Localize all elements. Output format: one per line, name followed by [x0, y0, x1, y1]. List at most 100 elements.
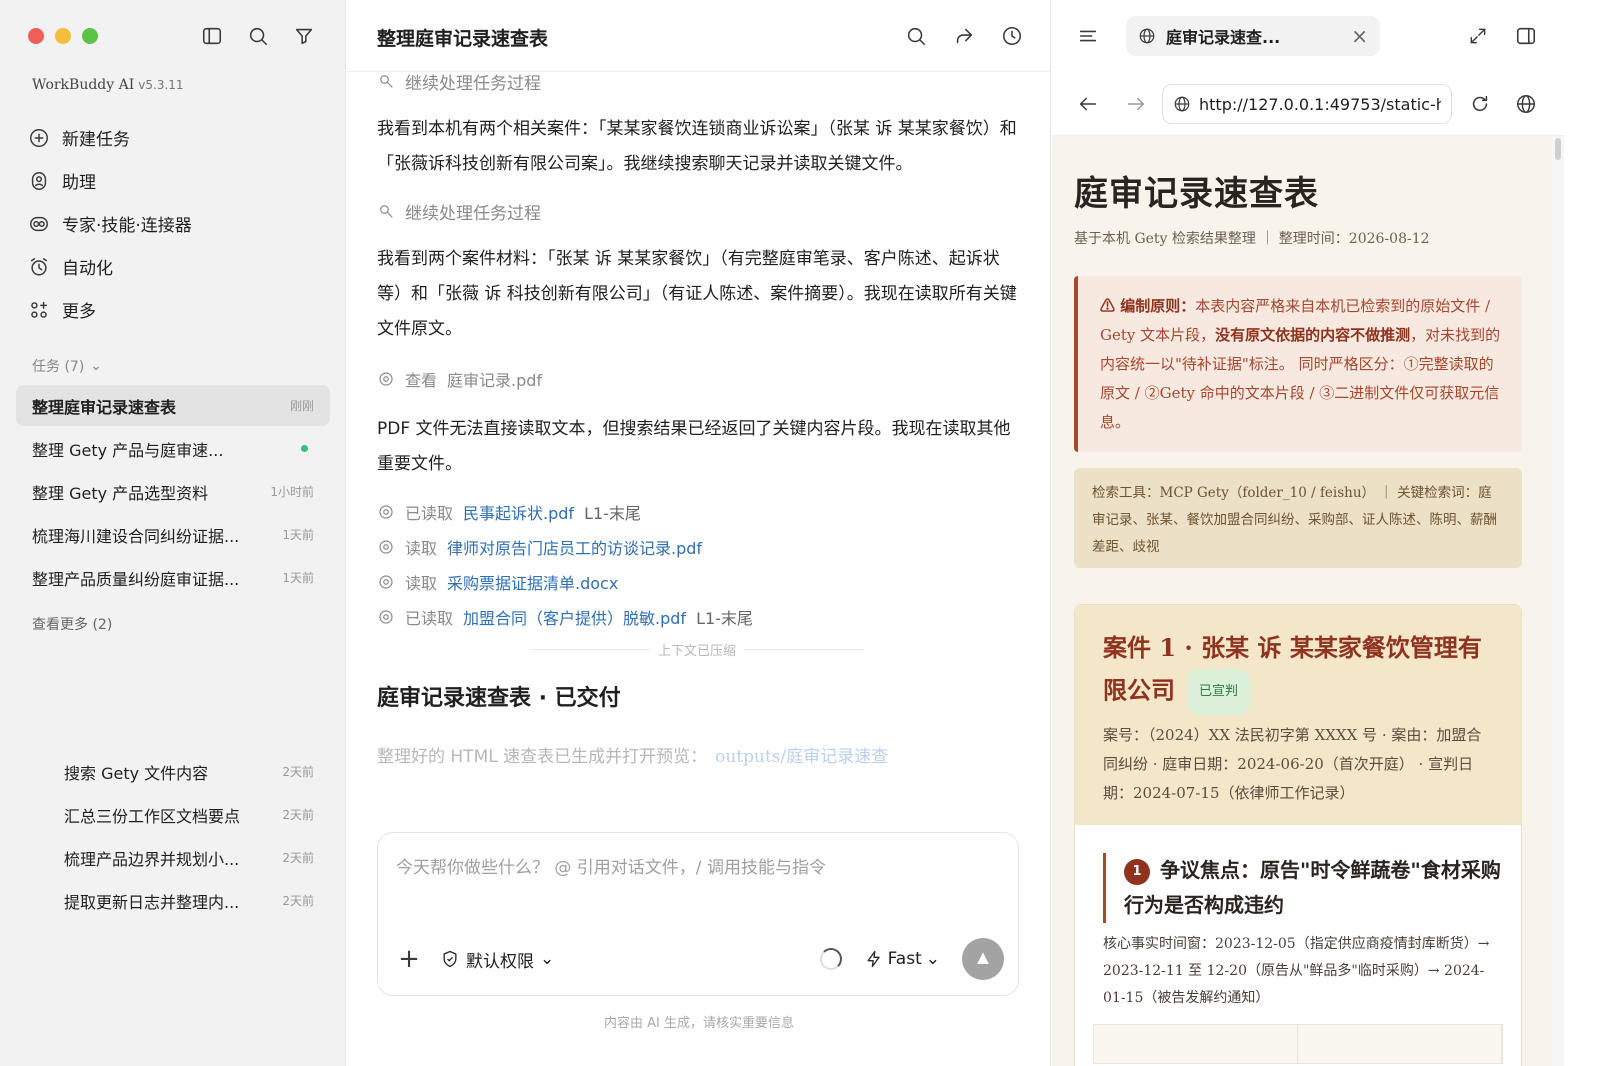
nav-more[interactable]: 更多 [28, 288, 328, 331]
history-title: 梳理产品边界并规划小... [64, 849, 240, 869]
app-name: WorkBuddy AI [32, 77, 135, 93]
file-link[interactable]: 民事起诉状.pdf [463, 500, 574, 524]
message-composer[interactable]: 今天帮你做些什么？ @ 引用对话文件，/ 调用技能与指令 + 默认权限 ⌄ Fa… [377, 832, 1019, 996]
eye-icon [379, 609, 393, 624]
process-step[interactable]: 继续处理任务过程 [377, 72, 1017, 96]
task-time: 刚刚 [289, 399, 314, 413]
chat-header: 整理庭审记录速查表 [347, 0, 1050, 72]
browser-tab[interactable]: 庭审记录速查... × [1126, 16, 1380, 56]
nav-label: 专家·技能·连接器 [62, 216, 192, 236]
file-read-step[interactable]: 读取 采购票据证据清单.docx [377, 564, 1017, 599]
line-range: L1-末尾 [584, 503, 641, 523]
divider-label: 上下文已压缩 [657, 643, 736, 659]
issue-body: 核心事实时间窗：2023-12-05（指定供应商疫情封库断货）→ 2023-12… [1103, 936, 1490, 1006]
assistant-icon [31, 171, 47, 190]
doc-title: 庭审记录速查表 [1074, 174, 1319, 214]
reload-icon[interactable] [1468, 92, 1492, 116]
file-link[interactable]: 加盟合同（客户提供）脱敏.pdf [463, 605, 686, 629]
task-item[interactable]: 梳理海川建设合同纠纷证据... 1天前 [16, 514, 330, 555]
chat-messages: 继续处理任务过程 我看到本机有两个相关案件：「某某家餐饮连锁商业诉讼案」（张某 … [377, 72, 1017, 832]
history-time: 2天前 [282, 808, 314, 822]
task-item[interactable]: 整理产品质量纠纷庭审证据... 1天前 [16, 557, 330, 598]
tool-icon [380, 205, 393, 218]
nav-label: 新建任务 [62, 130, 130, 150]
nav-experts[interactable]: 专家·技能·连接器 [28, 202, 328, 245]
sidebar-toolbar [200, 24, 316, 48]
file-link[interactable]: 采购票据证据清单.docx [447, 570, 618, 594]
split-view-icon[interactable] [1514, 24, 1538, 48]
history-item[interactable]: 提取更新日志并整理内... 2天前 [48, 879, 330, 922]
eye-icon [379, 539, 393, 554]
task-time: 1天前 [282, 571, 314, 585]
scrollbar[interactable] [1552, 136, 1564, 1066]
eye-icon [379, 574, 393, 589]
url-bar[interactable]: http://127.0.0.1:49753/static-h [1162, 84, 1452, 124]
permission-label: 默认权限 [466, 951, 534, 972]
expand-icon[interactable] [1466, 24, 1490, 48]
close-tab-icon[interactable]: × [1351, 24, 1368, 48]
case-card: 案件 1 · 张某 诉 某某家餐饮管理有限公司 已宣判 案号：（2024）XX 法… [1074, 604, 1522, 1066]
app-version: v5.3.11 [138, 78, 184, 92]
permission-dropdown[interactable]: 默认权限 ⌄ [440, 947, 554, 972]
toggle-sidebar-icon[interactable] [200, 24, 224, 48]
tasks-section-toggle[interactable]: 任务 (7) ⌄ [32, 356, 102, 376]
chevron-down-icon: ⌄ [925, 949, 940, 969]
history-item[interactable]: 汇总三份工作区文档要点 2天前 [48, 793, 330, 836]
file-read-step[interactable]: 已读取 加盟合同（客户提供）脱敏.pdf L1-末尾 [377, 599, 1017, 634]
assistant-message: PDF 文件无法直接读取文本，但搜索结果已经返回了关键内容片段。我现在读取其他重… [377, 419, 1011, 474]
sidebar-nav: 新建任务 助理 专家·技能·连接器 自动化 更多 [28, 116, 328, 331]
case-header: 案件 1 · 张某 诉 某某家餐饮管理有限公司 已宣判 案号：（2024）XX 法… [1075, 605, 1521, 825]
send-button[interactable] [962, 938, 1004, 980]
globe-icon[interactable] [1514, 92, 1538, 116]
sidebar: WorkBuddy AI v5.3.11 新建任务 助理 专家·技能·连接器 自动… [0, 0, 346, 1066]
task-item[interactable]: 整理 Gety 产品选型资料 1小时前 [16, 471, 330, 512]
mode-dropdown[interactable]: Fast ⌄ [864, 949, 940, 969]
table-cell [1298, 1025, 1502, 1063]
minimize-window-button[interactable] [55, 28, 71, 44]
issue-number-badge: 1 [1124, 858, 1150, 885]
process-step[interactable]: 继续处理任务过程 [377, 196, 1017, 226]
close-window-button[interactable] [28, 28, 44, 44]
maximize-window-button[interactable] [82, 28, 98, 44]
file-link[interactable]: 律师对原告门店员工的访谈记录.pdf [447, 535, 702, 559]
add-attachment-button[interactable]: + [392, 944, 426, 974]
plus-circle-icon [30, 128, 48, 147]
case-title: 案件 1 · 张某 诉 某某家餐饮管理有限公司 已宣判 [1103, 627, 1493, 715]
view-file-step[interactable]: 查看 庭审记录.pdf [377, 361, 1017, 396]
task-item-active[interactable]: 整理庭审记录速查表 刚刚 [16, 385, 330, 426]
nav-assistant[interactable]: 助理 [28, 159, 328, 202]
grid-icon [31, 301, 48, 318]
nav-automation[interactable]: 自动化 [28, 245, 328, 288]
back-arrow-icon[interactable] [1076, 92, 1100, 116]
chevron-down-icon: ⌄ [540, 949, 555, 969]
tab-title: 庭审记录速查... [1166, 28, 1281, 47]
search-icon[interactable] [904, 24, 928, 48]
history-item[interactable]: 梳理产品边界并规划小... 2天前 [48, 836, 330, 879]
step-action: 已读取 [405, 608, 454, 628]
nav-new-task[interactable]: 新建任务 [28, 116, 328, 159]
callout-label: ⚠ 编制原则： [1100, 297, 1196, 315]
history-title: 提取更新日志并整理内... [64, 892, 240, 912]
file-read-step[interactable]: 读取 律师对原告门店员工的访谈记录.pdf [377, 529, 1017, 564]
composer-input[interactable]: 今天帮你做些什么？ @ 引用对话文件，/ 调用技能与指令 [396, 853, 826, 878]
history-item[interactable]: 搜索 Gety 文件内容 2天前 [48, 750, 330, 793]
file-read-step[interactable]: 已读取 民事起诉状.pdf L1-末尾 [377, 494, 1017, 529]
menu-icon[interactable] [1076, 24, 1100, 48]
scrollbar-thumb[interactable] [1555, 138, 1561, 160]
see-more-link[interactable]: 查看更多 (2) [32, 614, 112, 634]
principle-callout: ⚠ 编制原则：本表内容严格来自本机已检索到的原始文件 / Gety 文本片段，没… [1074, 276, 1522, 452]
dispute-issue: 1 争议焦点：原告"时令鲜蔬卷"食材采购行为是否构成违约 [1103, 853, 1503, 923]
doc-subtitle: 基于本机 Gety 检索结果整理 ｜ 整理时间：2026-08-12 [1074, 231, 1430, 247]
step-action: 读取 [405, 538, 438, 558]
search-tools-box: 检索工具：MCP Gety（folder_10 / feishu） ｜ 关键检索… [1074, 468, 1522, 568]
filter-icon[interactable] [292, 24, 316, 48]
forward-arrow-icon[interactable] [1124, 92, 1148, 116]
status-badge: 已宣判 [1187, 669, 1251, 715]
output-file-link[interactable]: outputs/庭审记录速查 [715, 747, 888, 767]
history-time: 2天前 [282, 894, 314, 908]
task-item[interactable]: 整理 Gety 产品与庭审速... [16, 428, 330, 469]
history-clock-icon[interactable] [1000, 24, 1024, 48]
share-icon[interactable] [952, 24, 976, 48]
search-icon[interactable] [246, 24, 270, 48]
arrow-up-icon [977, 952, 989, 964]
